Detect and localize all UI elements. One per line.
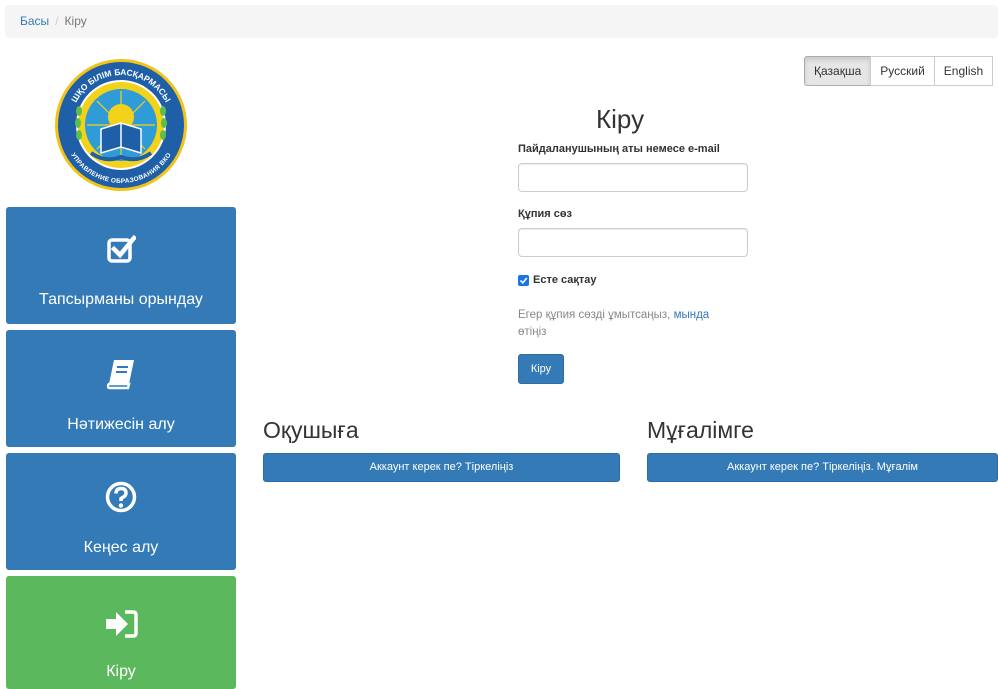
forgot-password-text: Егер құпия сөзді ұмытсаңыз, мында өтіңіз — [518, 307, 748, 341]
forgot-suffix: өтіңіз — [518, 326, 547, 338]
student-register-button[interactable]: Аккаунт керек пе? Тіркеліңіз — [263, 453, 620, 482]
tile-label: Кіру — [106, 663, 136, 680]
breadcrumb: Басы / Кіру — [5, 5, 998, 38]
login-submit-button[interactable]: Кіру — [518, 354, 564, 384]
page-title: Кіру — [596, 104, 645, 134]
password-input[interactable] — [518, 228, 748, 257]
tile-get-advice[interactable]: Кеңес алу — [6, 453, 236, 570]
checkbox-icon — [6, 234, 236, 264]
language-switcher: Қазақша Русский English — [804, 56, 994, 86]
teacher-section-title: Мұғалімге — [647, 417, 754, 443]
lang-english-button[interactable]: English — [933, 56, 994, 86]
breadcrumb-separator: / — [55, 14, 59, 28]
password-label: Құпия сөз — [518, 208, 573, 220]
tile-complete-tasks[interactable]: Тапсырманы орындау — [6, 207, 236, 324]
student-section-title: Оқушыға — [263, 417, 359, 443]
username-input[interactable] — [518, 163, 748, 192]
book-icon — [6, 358, 236, 390]
sign-in-icon — [6, 610, 236, 638]
forgot-password-link[interactable]: мында — [674, 309, 710, 321]
username-label: Пайдаланушының аты немесе e-mail — [518, 143, 720, 155]
tile-label: Кеңес алу — [83, 539, 159, 556]
remember-label: Есте сақтау — [533, 274, 597, 286]
breadcrumb-home-link[interactable]: Басы — [20, 14, 49, 28]
teacher-register-button[interactable]: Аккаунт керек пе? Тіркеліңіз. Мұғалім — [647, 453, 998, 482]
breadcrumb-current: Кіру — [64, 14, 87, 28]
lang-kazakh-button[interactable]: Қазақша — [804, 56, 872, 86]
lang-russian-button[interactable]: Русский — [870, 56, 935, 86]
tile-get-results[interactable]: Нәтижесін алу — [6, 330, 236, 447]
emblem-icon: ШҚО БІЛІМ БАСҚАРМАСЫ УПРАВЛЕНИЕ ОБРАЗОВА… — [53, 57, 189, 193]
question-circle-icon — [6, 481, 236, 513]
remember-checkbox[interactable] — [518, 274, 529, 286]
tile-label: Нәтижесін алу — [67, 416, 175, 433]
tile-label: Тапсырманы орындау — [39, 291, 203, 308]
forgot-prefix: Егер құпия сөзді ұмытсаңыз, — [518, 309, 671, 321]
remember-me: Есте сақтау — [518, 274, 597, 286]
tile-sign-in[interactable]: Кіру — [6, 576, 236, 689]
